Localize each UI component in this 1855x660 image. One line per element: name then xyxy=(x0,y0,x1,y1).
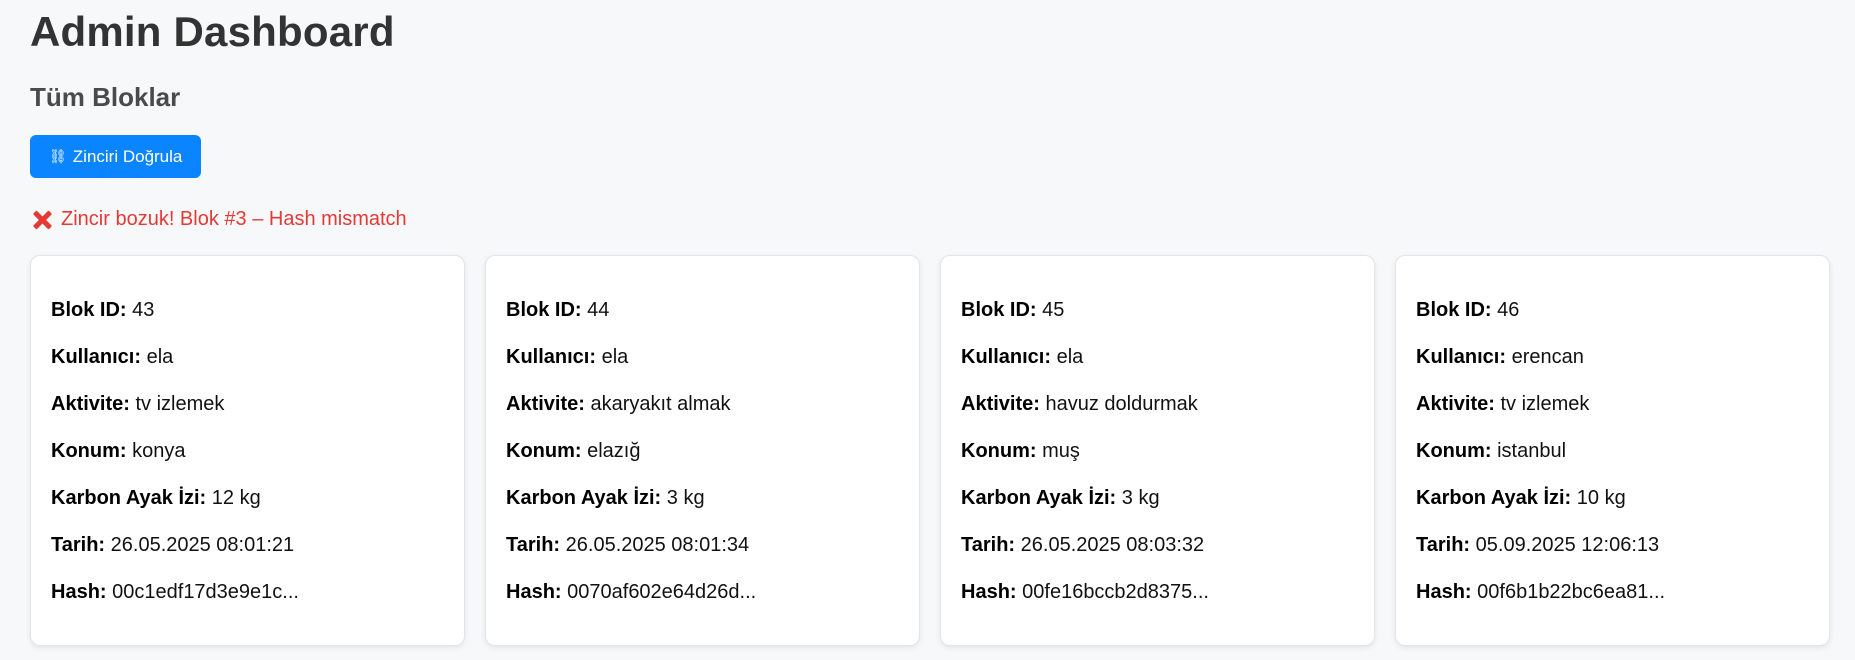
date-value: 05.09.2025 12:06:13 xyxy=(1475,534,1660,556)
carbon-value: 10 kg xyxy=(1576,487,1626,509)
activity-label: Aktivite: xyxy=(961,393,1040,415)
date-field: Tarih: 26.05.2025 08:03:32 xyxy=(961,533,1354,557)
block-id-field: Blok ID: 44 xyxy=(506,298,899,322)
carbon-value: 3 kg xyxy=(1121,487,1160,509)
block-card: Blok ID: 43 Kullanıcı: ela Aktivite: tv … xyxy=(30,255,465,646)
block-card: Blok ID: 44 Kullanıcı: ela Aktivite: aka… xyxy=(485,255,920,646)
carbon-label: Karbon Ayak İzi: xyxy=(961,487,1117,509)
carbon-label: Karbon Ayak İzi: xyxy=(506,487,662,509)
carbon-field: Karbon Ayak İzi: 3 kg xyxy=(961,486,1354,510)
activity-field: Aktivite: havuz doldurmak xyxy=(961,392,1354,416)
hash-field: Hash: 0070af602e64d26d... xyxy=(506,580,899,604)
page-title: Admin Dashboard xyxy=(30,8,395,55)
location-value: konya xyxy=(132,440,186,462)
user-label: Kullanıcı: xyxy=(1416,346,1507,368)
location-label: Konum: xyxy=(51,440,127,462)
activity-value: tv izlemek xyxy=(1500,393,1590,415)
user-label: Kullanıcı: xyxy=(961,346,1052,368)
activity-label: Aktivite: xyxy=(51,393,130,415)
date-value: 26.05.2025 08:01:21 xyxy=(110,534,295,556)
block-card: Blok ID: 45 Kullanıcı: ela Aktivite: hav… xyxy=(940,255,1375,646)
activity-field: Aktivite: tv izlemek xyxy=(51,392,444,416)
carbon-label: Karbon Ayak İzi: xyxy=(1416,487,1572,509)
block-id-field: Blok ID: 46 xyxy=(1416,298,1809,322)
hash-value: 00c1edf17d3e9e1c... xyxy=(112,581,299,603)
verify-chain-button[interactable]: ⛓ Zinciri Doğrula xyxy=(30,135,202,178)
location-value: istanbul xyxy=(1497,440,1567,462)
verify-chain-button-label: Zinciri Doğrula xyxy=(72,146,183,166)
block-id-label: Blok ID: xyxy=(961,299,1037,321)
block-id-label: Blok ID: xyxy=(1416,299,1492,321)
location-label: Konum: xyxy=(506,440,582,462)
cross-mark-icon xyxy=(31,209,53,231)
activity-label: Aktivite: xyxy=(1416,393,1495,415)
block-id-value: 45 xyxy=(1042,299,1065,321)
location-field: Konum: muş xyxy=(961,439,1354,463)
user-field: Kullanıcı: ela xyxy=(506,345,899,369)
carbon-label: Karbon Ayak İzi: xyxy=(51,487,207,509)
chain-error-text: Zincir bozuk! Blok #3 – Hash mismatch xyxy=(61,208,407,230)
hash-value: 00fe16bccb2d8375... xyxy=(1022,581,1209,603)
user-value: ela xyxy=(146,346,174,368)
hash-value: 0070af602e64d26d... xyxy=(567,581,757,603)
block-id-value: 46 xyxy=(1497,299,1520,321)
activity-value: tv izlemek xyxy=(135,393,225,415)
carbon-value: 3 kg xyxy=(666,487,705,509)
date-value: 26.05.2025 08:01:34 xyxy=(565,534,750,556)
hash-label: Hash: xyxy=(506,581,562,603)
user-value: erencan xyxy=(1511,346,1584,368)
date-field: Tarih: 26.05.2025 08:01:21 xyxy=(51,533,444,557)
activity-value: akaryakıt almak xyxy=(590,393,731,415)
activity-field: Aktivite: akaryakıt almak xyxy=(506,392,899,416)
location-label: Konum: xyxy=(1416,440,1492,462)
hash-field: Hash: 00fe16bccb2d8375... xyxy=(961,580,1354,604)
block-id-label: Blok ID: xyxy=(51,299,127,321)
section-title: Tüm Bloklar xyxy=(30,82,181,112)
location-field: Konum: elazığ xyxy=(506,439,899,463)
block-id-value: 43 xyxy=(132,299,155,321)
carbon-field: Karbon Ayak İzi: 12 kg xyxy=(51,486,444,510)
date-field: Tarih: 05.09.2025 12:06:13 xyxy=(1416,533,1809,557)
date-value: 26.05.2025 08:03:32 xyxy=(1020,534,1205,556)
user-label: Kullanıcı: xyxy=(51,346,142,368)
location-field: Konum: konya xyxy=(51,439,444,463)
location-value: muş xyxy=(1042,440,1080,462)
date-label: Tarih: xyxy=(1416,534,1471,556)
user-label: Kullanıcı: xyxy=(506,346,597,368)
block-card: Blok ID: 46 Kullanıcı: erencan Aktivite:… xyxy=(1395,255,1830,646)
block-id-label: Blok ID: xyxy=(506,299,582,321)
date-label: Tarih: xyxy=(51,534,106,556)
chain-icon: ⛓ xyxy=(49,148,67,165)
activity-field: Aktivite: tv izlemek xyxy=(1416,392,1809,416)
admin-dashboard-page: Admin Dashboard Tüm Bloklar ⛓ Zinciri Do… xyxy=(0,0,1855,660)
hash-field: Hash: 00c1edf17d3e9e1c... xyxy=(51,580,444,604)
hash-label: Hash: xyxy=(1416,581,1472,603)
date-field: Tarih: 26.05.2025 08:01:34 xyxy=(506,533,899,557)
user-field: Kullanıcı: erencan xyxy=(1416,345,1809,369)
location-value: elazığ xyxy=(587,440,641,462)
date-label: Tarih: xyxy=(961,534,1016,556)
block-id-field: Blok ID: 43 xyxy=(51,298,444,322)
location-field: Konum: istanbul xyxy=(1416,439,1809,463)
hash-field: Hash: 00f6b1b22bc6ea81... xyxy=(1416,580,1809,604)
activity-value: havuz doldurmak xyxy=(1045,393,1198,415)
hash-label: Hash: xyxy=(961,581,1017,603)
date-label: Tarih: xyxy=(506,534,561,556)
block-card-list: Blok ID: 43 Kullanıcı: ela Aktivite: tv … xyxy=(30,255,1830,646)
user-field: Kullanıcı: ela xyxy=(961,345,1354,369)
chain-error-message: Zincir bozuk! Blok #3 – Hash mismatch xyxy=(31,208,407,231)
carbon-field: Karbon Ayak İzi: 10 kg xyxy=(1416,486,1809,510)
block-id-value: 44 xyxy=(587,299,610,321)
user-value: ela xyxy=(601,346,629,368)
hash-value: 00f6b1b22bc6ea81... xyxy=(1477,581,1666,603)
carbon-value: 12 kg xyxy=(211,487,261,509)
location-label: Konum: xyxy=(961,440,1037,462)
block-id-field: Blok ID: 45 xyxy=(961,298,1354,322)
user-field: Kullanıcı: ela xyxy=(51,345,444,369)
activity-label: Aktivite: xyxy=(506,393,585,415)
user-value: ela xyxy=(1056,346,1084,368)
hash-label: Hash: xyxy=(51,581,107,603)
carbon-field: Karbon Ayak İzi: 3 kg xyxy=(506,486,899,510)
